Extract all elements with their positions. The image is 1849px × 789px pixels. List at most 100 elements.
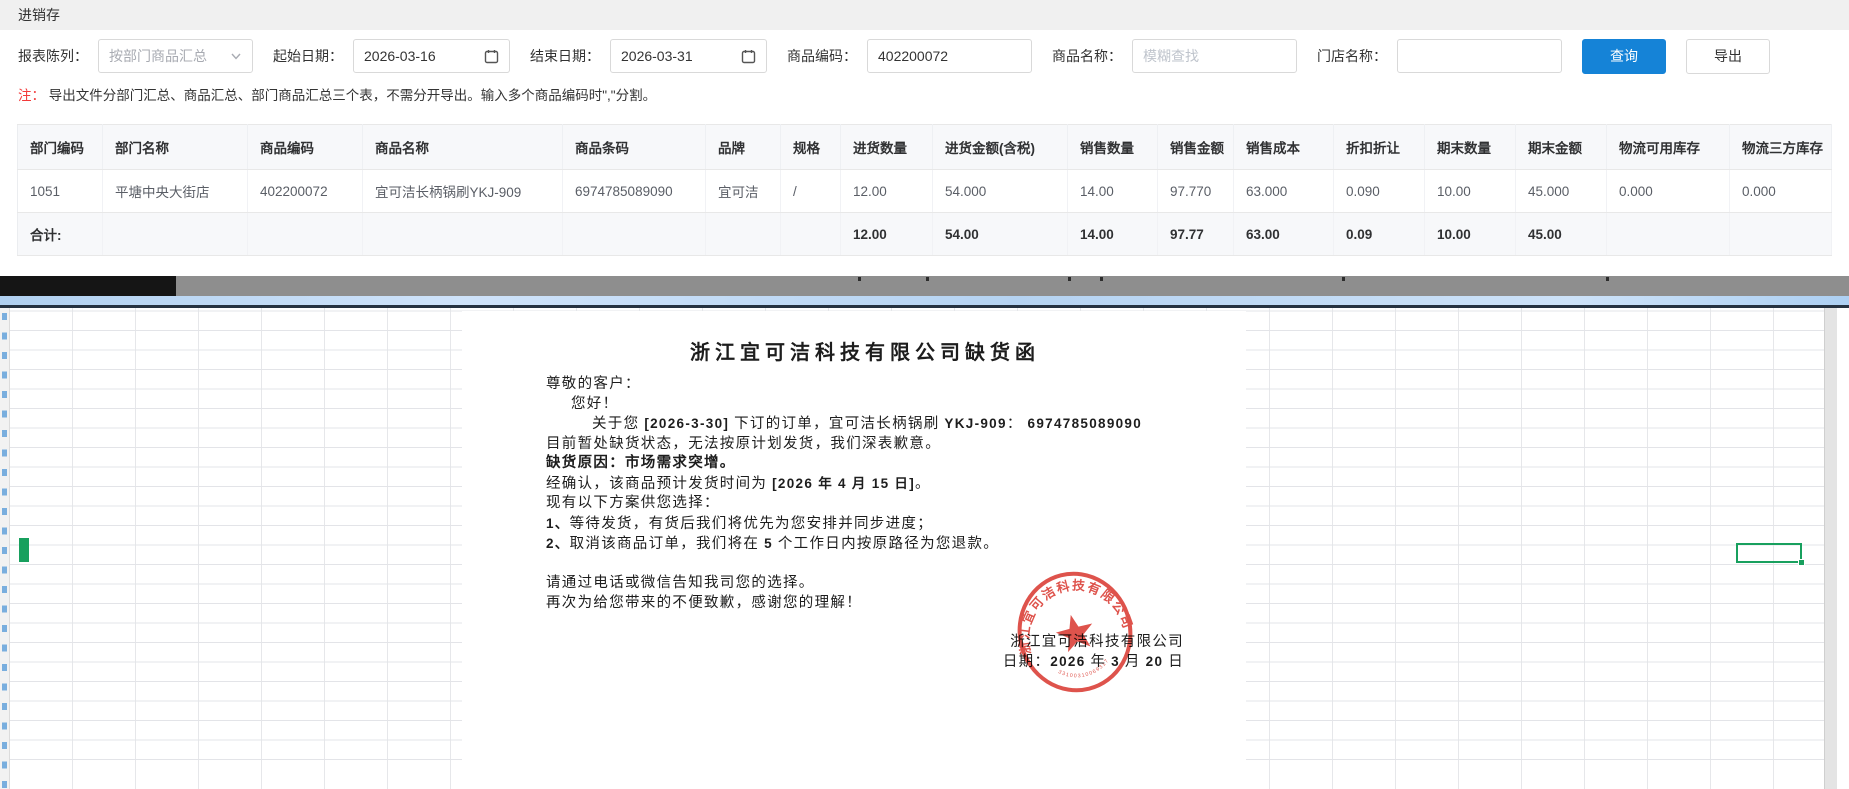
column-header: 期末金额 (1515, 124, 1607, 170)
table-row[interactable]: 1051 平塘中央大街店 402200072 宜可洁长柄锅刷YKJ-909 697478… (17, 169, 1833, 213)
start-date-label: 起始日期： (273, 48, 343, 64)
report-table: 部门编码 部门名称 商品编码 商品名称 商品条码 品牌 规格 进货数量 进货金额(含税) 销售数量… (17, 124, 1833, 256)
start-date-input[interactable]: 2026-03-16 (353, 39, 510, 73)
column-header: 商品条码 (562, 124, 706, 170)
total-cell: 45.00 (1515, 212, 1607, 256)
total-cell: 63.00 (1233, 212, 1334, 256)
excel-header-strip (0, 296, 1849, 305)
letter-line: 关于您 [2026-3-30] 下订的订单，宜可洁长柄锅刷 YKJ-909： 6… (592, 416, 1143, 432)
total-cell: 12.00 (840, 212, 933, 256)
grid-right-margin (1837, 308, 1849, 789)
end-date-value: 2026-03-31 (621, 48, 693, 64)
table-cell: 402200072 (247, 169, 363, 213)
product-name-input[interactable] (1132, 39, 1297, 73)
horizontal-scrollbar[interactable] (0, 276, 1849, 296)
table-cell: 14.00 (1067, 169, 1158, 213)
table-cell: 0.000 (1606, 169, 1730, 213)
export-button[interactable]: 导出 (1686, 38, 1770, 74)
column-header: 物流可用库存 (1606, 124, 1730, 170)
total-cell: 10.00 (1424, 212, 1516, 256)
column-header: 期末数量 (1424, 124, 1516, 170)
table-total-row: 合计: 12.00 54.00 14.00 97.77 63.00 0.09 10.00 45.… (17, 212, 1833, 256)
report-type-field: 报表陈列： 按部门商品汇总 (18, 39, 253, 73)
stamp-star-icon (1055, 614, 1093, 653)
total-cell: 14.00 (1067, 212, 1158, 256)
column-header: 商品名称 (362, 124, 563, 170)
total-cell: 54.00 (932, 212, 1068, 256)
total-cell (780, 212, 841, 256)
table-cell: 6974785089090 (562, 169, 706, 213)
table-cell: 宜可洁 (705, 169, 781, 213)
table-header-row: 部门编码 部门名称 商品编码 商品名称 商品条码 品牌 规格 进货数量 进货金额(含税) 销售数量… (17, 124, 1833, 170)
start-date-value: 2026-03-16 (364, 48, 436, 64)
total-cell (362, 212, 563, 256)
table-cell: 12.00 (840, 169, 933, 213)
store-name-field: 门店名称： (1317, 39, 1562, 73)
total-cell (247, 212, 363, 256)
total-cell (1729, 212, 1833, 256)
total-cell (562, 212, 706, 256)
letter-line: 1、等待发货，有货后我们将优先为您安排并同步进度； (546, 515, 934, 532)
vertical-scrollbar[interactable] (1824, 308, 1837, 789)
start-date-field: 起始日期： 2026-03-16 (273, 39, 510, 73)
column-header: 物流三方库存 (1729, 124, 1833, 170)
note: 注： 导出文件分部门汇总、商品汇总、部门商品汇总三个表，不需分开导出。输入多个商… (0, 82, 1849, 114)
titlebar: 进销存 (0, 0, 1849, 30)
letter-line: 您好！ (571, 395, 619, 412)
table-cell: 宜可洁长柄锅刷YKJ-909 (362, 169, 563, 213)
calendar-icon (741, 49, 756, 63)
total-cell (1606, 212, 1730, 256)
table-cell: 97.770 (1157, 169, 1234, 213)
cell-fill-handle[interactable] (1798, 559, 1805, 566)
note-prefix: 注： (18, 88, 45, 103)
table-cell: 10.00 (1424, 169, 1516, 213)
column-header: 进货数量 (840, 124, 933, 170)
calendar-icon (484, 49, 499, 63)
end-date-field: 结束日期： 2026-03-31 (530, 39, 767, 73)
note-text: 导出文件分部门汇总、商品汇总、部门商品汇总三个表，不需分开导出。输入多个商品编码… (48, 88, 657, 103)
scrollbar-thumb[interactable] (0, 276, 176, 296)
column-header: 部门名称 (102, 124, 248, 170)
toolbar-fragments (858, 277, 861, 281)
letter-line: 缺货原因：市场需求突增。 (546, 455, 736, 471)
total-cell (705, 212, 781, 256)
column-header: 折扣折让 (1333, 124, 1425, 170)
total-cell: 0.09 (1333, 212, 1425, 256)
letter-line: 现有以下方案供您选择： (546, 495, 720, 511)
product-code-field: 商品编码： (787, 39, 1032, 73)
product-name-field: 商品名称： (1052, 39, 1297, 73)
column-header: 销售金额 (1157, 124, 1234, 170)
column-header: 进货金额(含税) (932, 124, 1068, 170)
product-code-label: 商品编码： (787, 48, 857, 64)
column-header: 销售数量 (1067, 124, 1158, 170)
total-cell (102, 212, 248, 256)
column-header: 部门编码 (17, 124, 103, 170)
table-cell: / (780, 169, 841, 213)
table-cell: 1051 (17, 169, 103, 213)
spreadsheet-preview: 浙江宜可洁科技有限公司缺货函 尊敬的客户： 您好！ 关于您 [2026-3-30] … (0, 276, 1849, 789)
table-cell: 63.000 (1233, 169, 1334, 213)
letter-line: 经确认，该商品预计发货时间为 [2026 年 4 月 15 日]。 (546, 475, 931, 492)
table-cell: 0.000 (1729, 169, 1833, 213)
store-name-label: 门店名称： (1317, 48, 1387, 64)
report-type-value: 按部门商品汇总 (109, 48, 207, 64)
end-date-input[interactable]: 2026-03-31 (610, 39, 767, 73)
filter-toolbar: 报表陈列： 按部门商品汇总 起始日期： 2026-03-16 结束日期： 202… (0, 30, 1849, 82)
store-name-input[interactable] (1397, 39, 1562, 73)
selected-cell[interactable] (1736, 543, 1805, 566)
column-header: 商品编码 (247, 124, 363, 170)
excel-row-headers (0, 308, 10, 789)
table-cell: 45.000 (1515, 169, 1607, 213)
total-cell: 合计: (17, 212, 103, 256)
report-type-select[interactable]: 按部门商品汇总 (98, 39, 253, 73)
chevron-down-icon (231, 53, 241, 60)
end-date-label: 结束日期： (530, 48, 600, 64)
product-code-input[interactable] (867, 39, 1032, 73)
letter-line: 尊敬的客户： (546, 376, 641, 392)
column-header: 规格 (780, 124, 841, 170)
letter-line: 2、取消该商品订单，我们将在 5 个工作日内按原路径为您退款。 (546, 536, 1000, 552)
query-button[interactable]: 查询 (1582, 38, 1666, 74)
letter-title: 浙江宜可洁科技有限公司缺货函 (690, 342, 1040, 364)
table-cell: 0.090 (1333, 169, 1425, 213)
total-cell: 97.77 (1157, 212, 1234, 256)
